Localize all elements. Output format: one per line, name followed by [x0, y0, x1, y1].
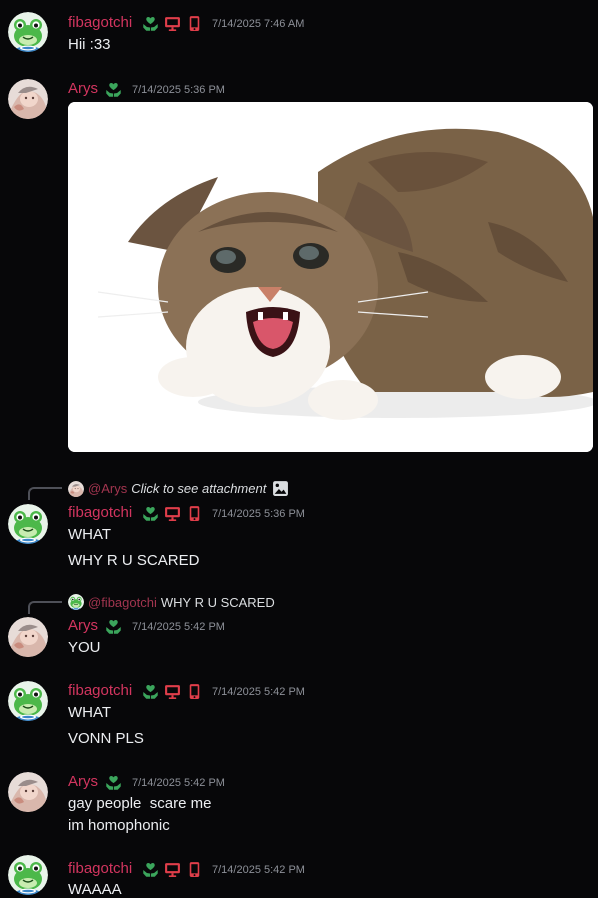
heart-hands-badge-icon[interactable] [105, 81, 122, 98]
message-text: WAAAA [68, 881, 122, 898]
avatar[interactable] [8, 504, 48, 544]
username[interactable]: fibagotchi [68, 504, 132, 521]
avatar[interactable] [8, 12, 48, 52]
reply-spine [28, 487, 62, 500]
reply-text[interactable]: Click to see attachment [131, 481, 266, 496]
timestamp[interactable]: 7/14/2025 7:46 AM [212, 18, 304, 30]
heart-hands-badge-icon[interactable] [142, 505, 159, 522]
message-text: gay people scare me [68, 795, 212, 812]
mobile-icon [186, 683, 203, 700]
badges [142, 505, 203, 522]
mobile-icon [186, 861, 203, 878]
badges [142, 683, 203, 700]
heart-hands-badge-icon[interactable] [105, 774, 122, 791]
heart-hands-badge-icon[interactable] [142, 15, 159, 32]
message-text: YOU [68, 639, 101, 656]
username[interactable]: fibagotchi [68, 14, 132, 31]
username[interactable]: Arys [68, 617, 98, 634]
username[interactable]: fibagotchi [68, 682, 132, 699]
desktop-icon [164, 861, 181, 878]
badges [142, 15, 203, 32]
desktop-icon [164, 683, 181, 700]
timestamp[interactable]: 7/14/2025 5:36 PM [132, 84, 225, 96]
avatar[interactable] [8, 855, 48, 895]
badges [105, 81, 122, 98]
badges [142, 861, 203, 878]
heart-hands-badge-icon[interactable] [142, 861, 159, 878]
badges [105, 774, 122, 791]
kitten-image [68, 102, 593, 452]
heart-hands-badge-icon[interactable] [105, 618, 122, 635]
avatar[interactable] [8, 681, 48, 721]
badges [105, 618, 122, 635]
desktop-icon [164, 505, 181, 522]
reply-preview[interactable]: @Arys Click to see attachment [68, 480, 289, 497]
timestamp[interactable]: 7/14/2025 5:42 PM [132, 777, 225, 789]
avatar[interactable] [8, 79, 48, 119]
message-text: WHAT [68, 526, 112, 543]
timestamp[interactable]: 7/14/2025 5:42 PM [212, 864, 305, 876]
avatar[interactable] [8, 617, 48, 657]
timestamp[interactable]: 7/14/2025 5:42 PM [212, 686, 305, 698]
avatar[interactable] [8, 772, 48, 812]
reply-spine [28, 601, 62, 614]
reply-text[interactable]: WHY R U SCARED [161, 595, 275, 610]
mobile-icon [186, 15, 203, 32]
reply-mention[interactable]: @Arys [88, 481, 127, 496]
heart-hands-badge-icon[interactable] [142, 683, 159, 700]
message-text: Hii :33 [68, 36, 111, 53]
image-icon [273, 481, 289, 496]
mobile-icon [186, 505, 203, 522]
desktop-icon [164, 15, 181, 32]
message-text: WHY R U SCARED [68, 552, 200, 569]
reply-avatar [68, 594, 84, 610]
message-text: WHAT [68, 704, 112, 721]
username[interactable]: fibagotchi [68, 860, 132, 877]
username[interactable]: Arys [68, 80, 98, 97]
username[interactable]: Arys [68, 773, 98, 790]
reply-mention[interactable]: @fibagotchi [88, 595, 157, 610]
timestamp[interactable]: 7/14/2025 5:36 PM [212, 508, 305, 520]
message-text: im homophonic [68, 817, 170, 834]
reply-preview[interactable]: @fibagotchi WHY R U SCARED [68, 594, 275, 610]
reply-avatar [68, 481, 84, 497]
message-text: VONN PLS [68, 730, 144, 747]
timestamp[interactable]: 7/14/2025 5:42 PM [132, 621, 225, 633]
image-attachment[interactable] [68, 102, 593, 452]
